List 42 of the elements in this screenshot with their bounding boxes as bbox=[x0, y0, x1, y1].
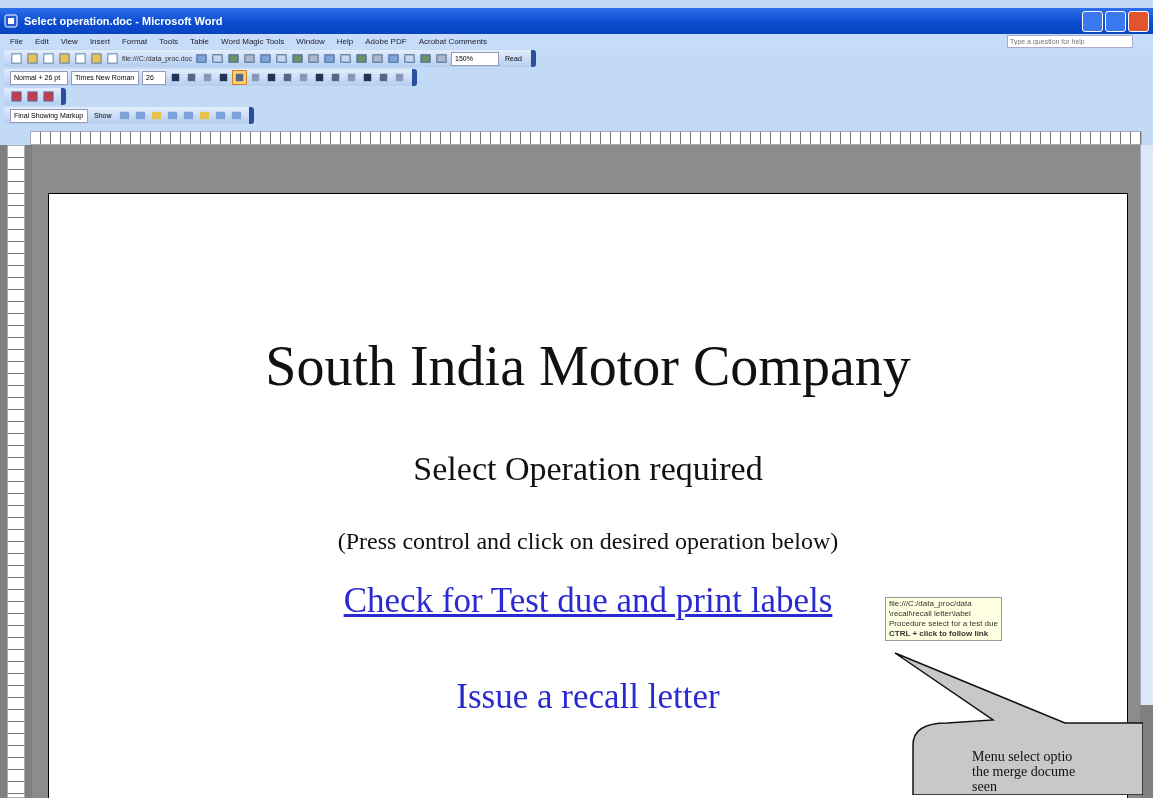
tooltip-text: CTRL + click to follow link bbox=[889, 629, 990, 639]
tool-icon[interactable] bbox=[169, 71, 182, 84]
document-heading: South India Motor Company bbox=[265, 334, 911, 398]
menu-item[interactable]: Format bbox=[121, 37, 148, 46]
tool-icon[interactable] bbox=[42, 90, 55, 103]
menu-item[interactable]: Edit bbox=[34, 37, 49, 46]
tool-icon[interactable] bbox=[313, 71, 326, 84]
menu-item[interactable]: Tools bbox=[159, 37, 178, 46]
menu-item[interactable]: Acrobat Comments bbox=[418, 37, 488, 46]
tooltip-text: Procedure select for a test due bbox=[889, 619, 998, 629]
callout-text: the merge docume bbox=[972, 764, 1076, 779]
menu-item[interactable]: Help bbox=[336, 37, 354, 46]
menu-item[interactable]: Word Magic Tools bbox=[221, 37, 285, 46]
menu-item[interactable]: Window bbox=[296, 37, 325, 46]
hyperlink[interactable]: Issue a recall letter bbox=[456, 677, 720, 717]
maximize-button[interactable] bbox=[1105, 10, 1126, 32]
close-button[interactable] bbox=[1128, 10, 1149, 32]
tool-icon[interactable] bbox=[265, 71, 278, 84]
tool-icon[interactable] bbox=[10, 90, 23, 103]
document-subheading: Select Operation required bbox=[413, 450, 763, 488]
instruction-text: (Press control and click on desired operation below) bbox=[337, 528, 839, 555]
menu-item[interactable]: Insert bbox=[89, 37, 110, 46]
tool-icon[interactable] bbox=[361, 71, 374, 84]
menu-item[interactable]: View bbox=[60, 37, 78, 46]
callout-text: Menu select optio bbox=[972, 749, 1074, 764]
tool-icon[interactable] bbox=[377, 71, 390, 84]
tool-icon[interactable] bbox=[281, 71, 294, 84]
tool-icon[interactable] bbox=[217, 71, 230, 84]
callout-text: seen bbox=[972, 779, 998, 794]
tool-icon[interactable] bbox=[329, 71, 342, 84]
document-icon bbox=[4, 14, 18, 28]
tool-icon[interactable] bbox=[26, 90, 39, 103]
menu-item[interactable]: Table bbox=[189, 37, 210, 46]
tool-icon[interactable] bbox=[185, 71, 198, 84]
hyperlink[interactable]: Check for Test due and print labels bbox=[343, 581, 833, 621]
menu-item[interactable]: Adobe PDF bbox=[365, 37, 407, 46]
tooltip-text: \recall\recall letter\label bbox=[889, 609, 972, 619]
window-title: Select operation.doc - Microsoft Word bbox=[24, 15, 223, 27]
vertical-scrollbar[interactable] bbox=[1140, 145, 1153, 705]
tooltip-text: file:///C:/data_proc/data bbox=[889, 599, 973, 609]
menu-item[interactable]: File bbox=[10, 37, 23, 46]
minimize-button[interactable] bbox=[1082, 10, 1103, 32]
